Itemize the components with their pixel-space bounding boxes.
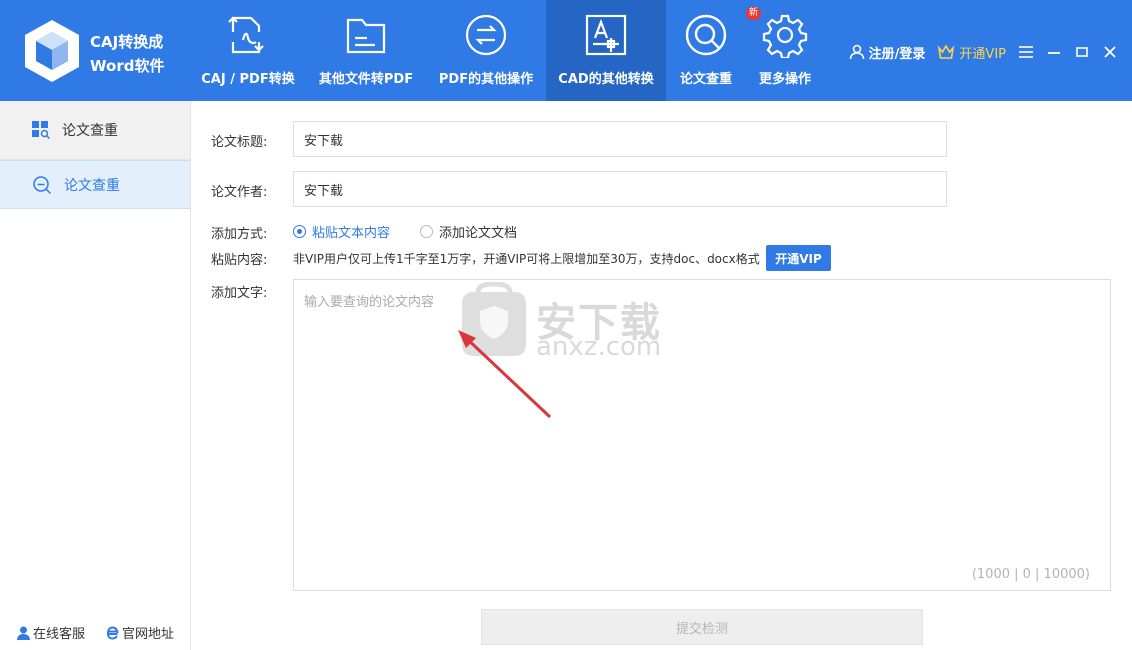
app-title-line2: Word软件	[90, 57, 165, 75]
sidebar-header: 论文查重	[0, 101, 190, 160]
gear-icon	[762, 14, 808, 58]
maximize-button[interactable]	[1074, 44, 1090, 60]
app-header: CAJ转换成 Word软件 CAJ / PDF转换 其他文件转PDF PDF的其…	[0, 0, 1132, 101]
vip-label: 开通VIP	[959, 46, 1006, 62]
author-label: 论文作者:	[211, 185, 268, 200]
vip-link[interactable]: 开通VIP	[937, 43, 1006, 62]
app-title-line1: CAJ转换成	[90, 33, 164, 51]
nav-pdf-operations[interactable]: PDF的其他操作	[426, 0, 546, 101]
online-service-label: 在线客服	[32, 627, 85, 642]
file-to-pdf-icon	[346, 18, 386, 54]
watermark-sub: anxz.com	[536, 332, 662, 362]
nav-label: CAD的其他转换	[558, 72, 654, 87]
submit-check-button[interactable]: 提交检测	[481, 609, 923, 645]
method-label: 添加方式:	[211, 227, 268, 242]
nav-more-operations[interactable]: 更多操作	[746, 0, 824, 101]
header-right: 注册/登录 开通VIP	[837, 42, 1118, 62]
paste-label: 粘贴内容:	[211, 253, 268, 268]
login-link[interactable]: 注册/登录	[849, 43, 926, 62]
nav-cad-convert[interactable]: CAD的其他转换	[546, 0, 666, 101]
radio-add-document[interactable]: 添加论文文档	[420, 222, 517, 241]
sidebar: 论文查重 论文查重 在线客服 官网地址	[0, 101, 191, 650]
nav-plagiarism-check[interactable]: 新 论文查重	[666, 0, 762, 101]
crown-icon	[938, 44, 955, 59]
title-label: 论文标题:	[211, 135, 268, 150]
search-doc-icon	[33, 175, 52, 194]
vip-limit-note: 非VIP用户仅可上传1千字至1万字，开通VIP可将上限增加至30万，支持doc、…	[293, 252, 760, 266]
close-icon	[1104, 46, 1116, 58]
main-nav: CAJ / PDF转换 其他文件转PDF PDF的其他操作 CAD的其他转换 新…	[190, 0, 824, 101]
sidebar-item-label: 论文查重	[64, 177, 120, 194]
nav-label: 论文查重	[679, 72, 732, 87]
word-counter: (1000 | 0 | 10000)	[971, 567, 1090, 582]
grid-search-icon	[32, 121, 50, 139]
pdf-operations-icon	[465, 14, 507, 56]
app-title: CAJ转换成 Word软件	[90, 30, 180, 78]
method-radio-group: 粘贴文本内容 添加论文文档	[293, 222, 547, 241]
minimize-icon	[1048, 52, 1060, 54]
title-input[interactable]	[293, 121, 947, 157]
official-site-label: 官网地址	[121, 627, 174, 642]
sidebar-footer: 在线客服 官网地址	[0, 623, 190, 642]
online-service-link[interactable]: 在线客服	[16, 623, 85, 642]
minimize-button[interactable]	[1046, 44, 1062, 60]
open-vip-button[interactable]: 开通VIP	[766, 245, 831, 271]
user-icon	[849, 44, 864, 60]
menu-button[interactable]	[1018, 44, 1034, 60]
nav-label: PDF的其他操作	[438, 72, 534, 87]
nav-file-to-pdf[interactable]: 其他文件转PDF	[306, 0, 426, 101]
content-textarea[interactable]	[293, 279, 1111, 591]
nav-caj-pdf-convert[interactable]: CAJ / PDF转换	[190, 0, 306, 101]
pdf-convert-icon	[228, 16, 264, 54]
app-logo	[25, 20, 79, 82]
radio-paste-text-label: 粘贴文本内容	[312, 226, 391, 241]
text-label: 添加文字:	[211, 286, 268, 301]
ie-browser-icon	[106, 626, 119, 640]
official-site-link[interactable]: 官网地址	[105, 623, 174, 642]
maximize-icon	[1076, 47, 1088, 57]
radio-add-document-label: 添加论文文档	[439, 226, 518, 241]
nav-label: CAJ / PDF转换	[201, 72, 295, 87]
radio-indicator	[420, 225, 434, 238]
sidebar-header-label: 论文查重	[62, 123, 118, 139]
nav-label: 其他文件转PDF	[318, 72, 414, 87]
plagiarism-check-icon	[685, 14, 727, 56]
close-button[interactable]	[1102, 44, 1118, 60]
author-input[interactable]	[293, 171, 947, 207]
menu-icon	[1019, 46, 1033, 58]
cad-convert-icon	[585, 14, 627, 56]
login-label: 注册/登录	[868, 46, 926, 62]
radio-paste-text[interactable]: 粘贴文本内容	[293, 222, 390, 241]
sidebar-item-plagiarism[interactable]: 论文查重	[0, 160, 190, 209]
radio-indicator	[293, 225, 306, 238]
service-icon	[16, 626, 30, 640]
nav-label: 更多操作	[758, 72, 811, 87]
